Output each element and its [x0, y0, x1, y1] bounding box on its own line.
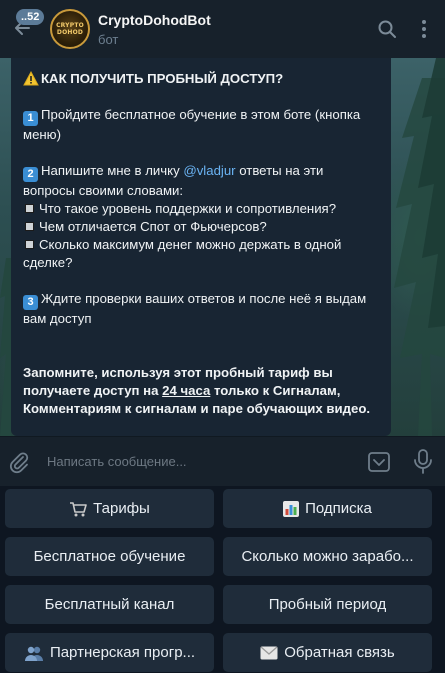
people-icon	[24, 645, 44, 661]
trial-period-button[interactable]: Пробный период	[223, 585, 432, 624]
keycap-1-icon: 1	[23, 111, 38, 126]
free-training-button[interactable]: Бесплатное обучение	[5, 537, 214, 576]
square-bullet-icon	[25, 222, 34, 231]
question-2: Чем отличается Спот от Фьючерсов?	[23, 218, 379, 236]
background-tree-icon	[0, 258, 11, 436]
tariffs-button[interactable]: Тарифы	[5, 489, 214, 528]
partner-program-label: Партнерская прогр...	[49, 644, 196, 661]
message-heading-line: КАК ПОЛУЧИТЬ ПРОБНЫЙ ДОСТУП?	[23, 70, 379, 88]
question-1: Что такое уровень поддержки и сопротивле…	[23, 200, 379, 218]
avatar-logo-line1: CRYPTO	[56, 22, 84, 29]
message-bubble[interactable]: КАК ПОЛУЧИТЬ ПРОБНЫЙ ДОСТУП? 1 Пройдите б…	[11, 58, 391, 436]
keycap-2-icon: 2	[23, 167, 38, 182]
free-channel-label: Бесплатный канал	[44, 596, 175, 613]
step-1: 1 Пройдите бесплатное обучение в этом бот…	[23, 106, 379, 144]
question-3-text: Сколько максимум денег можно держать в о…	[23, 237, 342, 270]
message-heading: КАК ПОЛУЧИТЬ ПРОБНЫЙ ДОСТУП?	[41, 71, 284, 86]
message-input-bar: Написать сообщение...	[0, 436, 445, 486]
chat-title[interactable]: CryptoDohodBot	[98, 12, 211, 28]
unread-badge: ..52	[16, 9, 45, 25]
question-3: Сколько максимум денег можно держать в о…	[23, 236, 379, 272]
square-bullet-icon	[25, 240, 34, 249]
bot-reply-keyboard: Тарифы Подписка Бесплатное обучение Скол…	[0, 486, 445, 673]
question-2-text: Чем отличается Спот от Фьючерсов?	[39, 219, 267, 234]
tariffs-label: Тарифы	[93, 500, 150, 517]
message-input[interactable]: Написать сообщение...	[47, 454, 187, 469]
chat-subtitle: бот	[98, 32, 119, 47]
step-3: 3 Ждите проверки ваших ответов и после не…	[23, 290, 379, 328]
how-much-earn-label: Сколько можно зарабо...	[241, 548, 414, 565]
trial-period-label: Пробный период	[268, 596, 387, 613]
attach-button[interactable]	[8, 450, 30, 474]
more-menu-button[interactable]	[413, 18, 435, 40]
avatar-logo-line2: DOHOD	[56, 29, 84, 36]
avatar[interactable]: CRYPTO DOHOD	[50, 9, 90, 49]
step-1-text: Пройдите бесплатное обучение в этом боте…	[23, 107, 361, 142]
step-2-prefix: Напишите мне в личку	[41, 163, 184, 178]
question-1-text: Что такое уровень поддержки и сопротивле…	[39, 201, 337, 216]
note-paragraph: Запомните, используя этот пробный тариф …	[23, 364, 379, 418]
mention-link[interactable]: @vladjur	[183, 163, 235, 178]
bar-chart-icon	[283, 500, 300, 517]
subscription-button[interactable]: Подписка	[223, 489, 432, 528]
square-bullet-icon	[25, 204, 34, 213]
search-button[interactable]	[376, 18, 398, 40]
chat-header: ..52 CRYPTO DOHOD CryptoDohodBot бот	[0, 0, 445, 58]
shopping-cart-icon	[69, 501, 87, 517]
paperclip-icon	[10, 452, 29, 474]
warning-icon	[23, 71, 39, 86]
keycap-3-icon: 3	[23, 295, 38, 310]
how-much-earn-button[interactable]: Сколько можно зарабо...	[223, 537, 432, 576]
bot-keyboard-toggle[interactable]	[367, 450, 391, 474]
feedback-label: Обратная связь	[284, 644, 395, 661]
partner-program-button[interactable]: Партнерская прогр...	[5, 633, 214, 672]
step-2: 2 Напишите мне в личку @vladjur ответы на…	[23, 162, 379, 200]
search-icon	[378, 20, 396, 38]
voice-button[interactable]	[412, 448, 434, 476]
keyboard-toggle-icon	[368, 452, 390, 472]
step-3-text: Ждите проверки ваших ответов и после неё…	[23, 291, 367, 326]
envelope-icon	[260, 646, 278, 660]
free-channel-button[interactable]: Бесплатный канал	[5, 585, 214, 624]
more-vertical-icon	[422, 20, 426, 38]
subscription-label: Подписка	[305, 500, 372, 517]
note-link: 24 часа	[162, 383, 211, 398]
free-training-label: Бесплатное обучение	[33, 548, 186, 565]
background-tree-icon	[394, 58, 445, 436]
microphone-icon	[414, 449, 432, 474]
feedback-button[interactable]: Обратная связь	[223, 633, 432, 672]
chat-area[interactable]: КАК ПОЛУЧИТЬ ПРОБНЫЙ ДОСТУП? 1 Пройдите б…	[0, 58, 445, 436]
